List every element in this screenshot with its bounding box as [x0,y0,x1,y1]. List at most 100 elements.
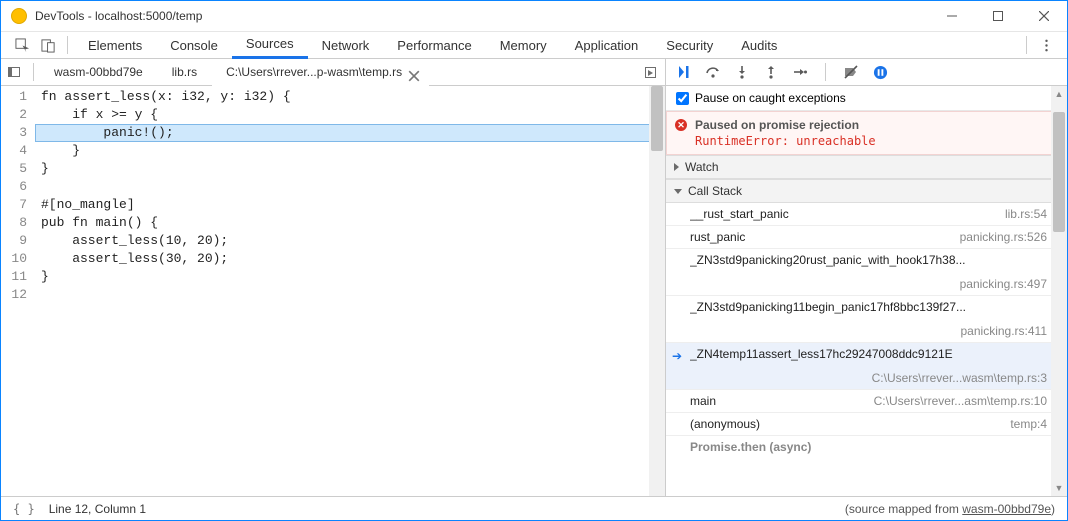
inspect-element-button[interactable] [9,32,35,58]
editor-scrollbar[interactable] [649,86,665,496]
pause-on-exceptions-button[interactable] [870,62,890,82]
frame-location[interactable]: panicking.rs:411 [690,324,1047,338]
inspect-icon [15,38,30,53]
debugger-scrollbar[interactable]: ▲ ▼ [1051,86,1067,496]
pause-on-caught-row[interactable]: Pause on caught exceptions [666,86,1067,111]
frame-location[interactable]: temp:4 [1010,417,1047,431]
device-toolbar-button[interactable] [35,32,61,58]
frame-location[interactable]: panicking.rs:526 [960,230,1047,244]
app-icon [11,8,27,24]
source-map-suffix: ) [1051,502,1055,516]
line-number[interactable]: 2 [1,106,27,124]
panel-icon [8,67,20,77]
callstack-frame[interactable]: main C:\Users\rrever...asm\temp.rs:10 [666,390,1067,413]
scroll-down-icon[interactable]: ▼ [1051,480,1067,496]
breakpoints-off-icon [843,64,859,80]
code-line[interactable]: } [41,268,665,286]
maximize-button[interactable] [975,1,1021,32]
file-tab-wasm[interactable]: wasm-00bbd79e [40,59,158,86]
line-number[interactable]: 3 [1,124,27,142]
title-bar: DevTools - localhost:5000/temp [1,1,1067,32]
step-into-button[interactable] [732,62,752,82]
line-number[interactable]: 1 [1,88,27,106]
code-line[interactable]: } [41,160,665,178]
resume-button[interactable] [674,62,694,82]
callstack-section-header[interactable]: Call Stack [666,179,1067,203]
scrollbar-thumb[interactable] [1053,112,1065,232]
body-split: 1 2 3 4 5 6 7 8 9 10 11 12 fn assert_les… [1,86,1067,496]
line-number[interactable]: 8 [1,214,27,232]
close-window-button[interactable] [1021,1,1067,32]
code-line[interactable] [41,178,665,196]
code-line[interactable]: assert_less(30, 20); [41,250,665,268]
callstack-frame[interactable]: (anonymous) temp:4 [666,413,1067,436]
main-tab-strip: Elements Console Sources Network Perform… [1,32,1067,59]
pause-exceptions-icon [873,65,888,80]
close-tab-button[interactable] [408,65,420,77]
step-over-button[interactable] [703,62,723,82]
line-number[interactable]: 4 [1,142,27,160]
frame-location[interactable]: lib.rs:54 [1005,207,1047,221]
watch-section-header[interactable]: Watch [666,155,1067,179]
tab-performance[interactable]: Performance [383,32,485,59]
callstack-frame-current[interactable]: ➔ _ZN4temp11assert_less17hc29247008ddc91… [666,343,1067,390]
code-column[interactable]: fn assert_less(x: i32, y: i32) { if x >=… [35,86,665,496]
source-map-link[interactable]: wasm-00bbd79e [962,502,1051,516]
code-line[interactable]: pub fn main() { [41,214,665,232]
frame-location[interactable]: C:\Users\rrever...wasm\temp.rs:3 [690,371,1047,385]
file-tab-label: lib.rs [172,65,197,79]
code-line-current[interactable]: panic!(); [35,124,665,142]
step-button[interactable] [790,62,810,82]
device-icon [41,38,56,53]
pretty-print-button[interactable]: { } [13,502,35,516]
close-icon [408,70,420,82]
code-line[interactable]: } [41,142,665,160]
line-number[interactable]: 6 [1,178,27,196]
code-line[interactable]: if x >= y { [41,106,665,124]
line-number[interactable]: 9 [1,232,27,250]
frame-location[interactable]: C:\Users\rrever...asm\temp.rs:10 [874,394,1047,408]
separator [67,36,68,54]
line-gutter[interactable]: 1 2 3 4 5 6 7 8 9 10 11 12 [1,86,35,496]
step-out-button[interactable] [761,62,781,82]
line-number[interactable]: 12 [1,286,27,304]
line-number[interactable]: 7 [1,196,27,214]
code-line[interactable]: assert_less(10, 20); [41,232,665,250]
tab-elements[interactable]: Elements [74,32,156,59]
callstack-frame[interactable]: _ZN3std9panicking11begin_panic17hf8bbc13… [666,296,1067,343]
close-icon [1039,11,1049,21]
callstack-frame[interactable]: __rust_start_panic lib.rs:54 [666,203,1067,226]
minimize-button[interactable] [929,1,975,32]
code-line[interactable]: #[no_mangle] [41,196,665,214]
kebab-icon [1039,38,1054,53]
tab-network[interactable]: Network [308,32,384,59]
file-tab-librs[interactable]: lib.rs [158,59,212,86]
scroll-up-icon[interactable]: ▲ [1051,86,1067,102]
tab-memory[interactable]: Memory [486,32,561,59]
tab-application[interactable]: Application [561,32,653,59]
line-number[interactable]: 5 [1,160,27,178]
pause-on-caught-checkbox[interactable] [676,92,689,105]
more-options-button[interactable] [1033,32,1059,58]
scrollbar-thumb[interactable] [651,86,663,151]
tab-security[interactable]: Security [652,32,727,59]
line-number[interactable]: 10 [1,250,27,268]
navigator-toggle-button[interactable] [1,59,27,85]
more-tabs-button[interactable] [639,61,661,83]
callstack-frame[interactable]: rust_panic panicking.rs:526 [666,226,1067,249]
step-out-icon [763,64,779,80]
code-line[interactable]: fn assert_less(x: i32, y: i32) { [41,88,665,106]
deactivate-breakpoints-button[interactable] [841,62,861,82]
paused-message: RuntimeError: unreachable [695,134,1056,148]
tab-audits[interactable]: Audits [727,32,791,59]
callstack-frame[interactable]: _ZN3std9panicking20rust_panic_with_hook1… [666,249,1067,296]
tab-sources[interactable]: Sources [232,32,308,59]
line-number[interactable]: 11 [1,268,27,286]
file-tab-temprs[interactable]: C:\Users\rrever...p-wasm\temp.rs [212,59,429,86]
tab-console[interactable]: Console [156,32,232,59]
code-editor[interactable]: 1 2 3 4 5 6 7 8 9 10 11 12 fn assert_les… [1,86,665,496]
chevron-down-icon [674,189,682,194]
code-line[interactable] [41,286,665,304]
frame-location[interactable]: panicking.rs:497 [690,277,1047,291]
secondary-toolbar: wasm-00bbd79e lib.rs C:\Users\rrever...p… [1,59,1067,86]
